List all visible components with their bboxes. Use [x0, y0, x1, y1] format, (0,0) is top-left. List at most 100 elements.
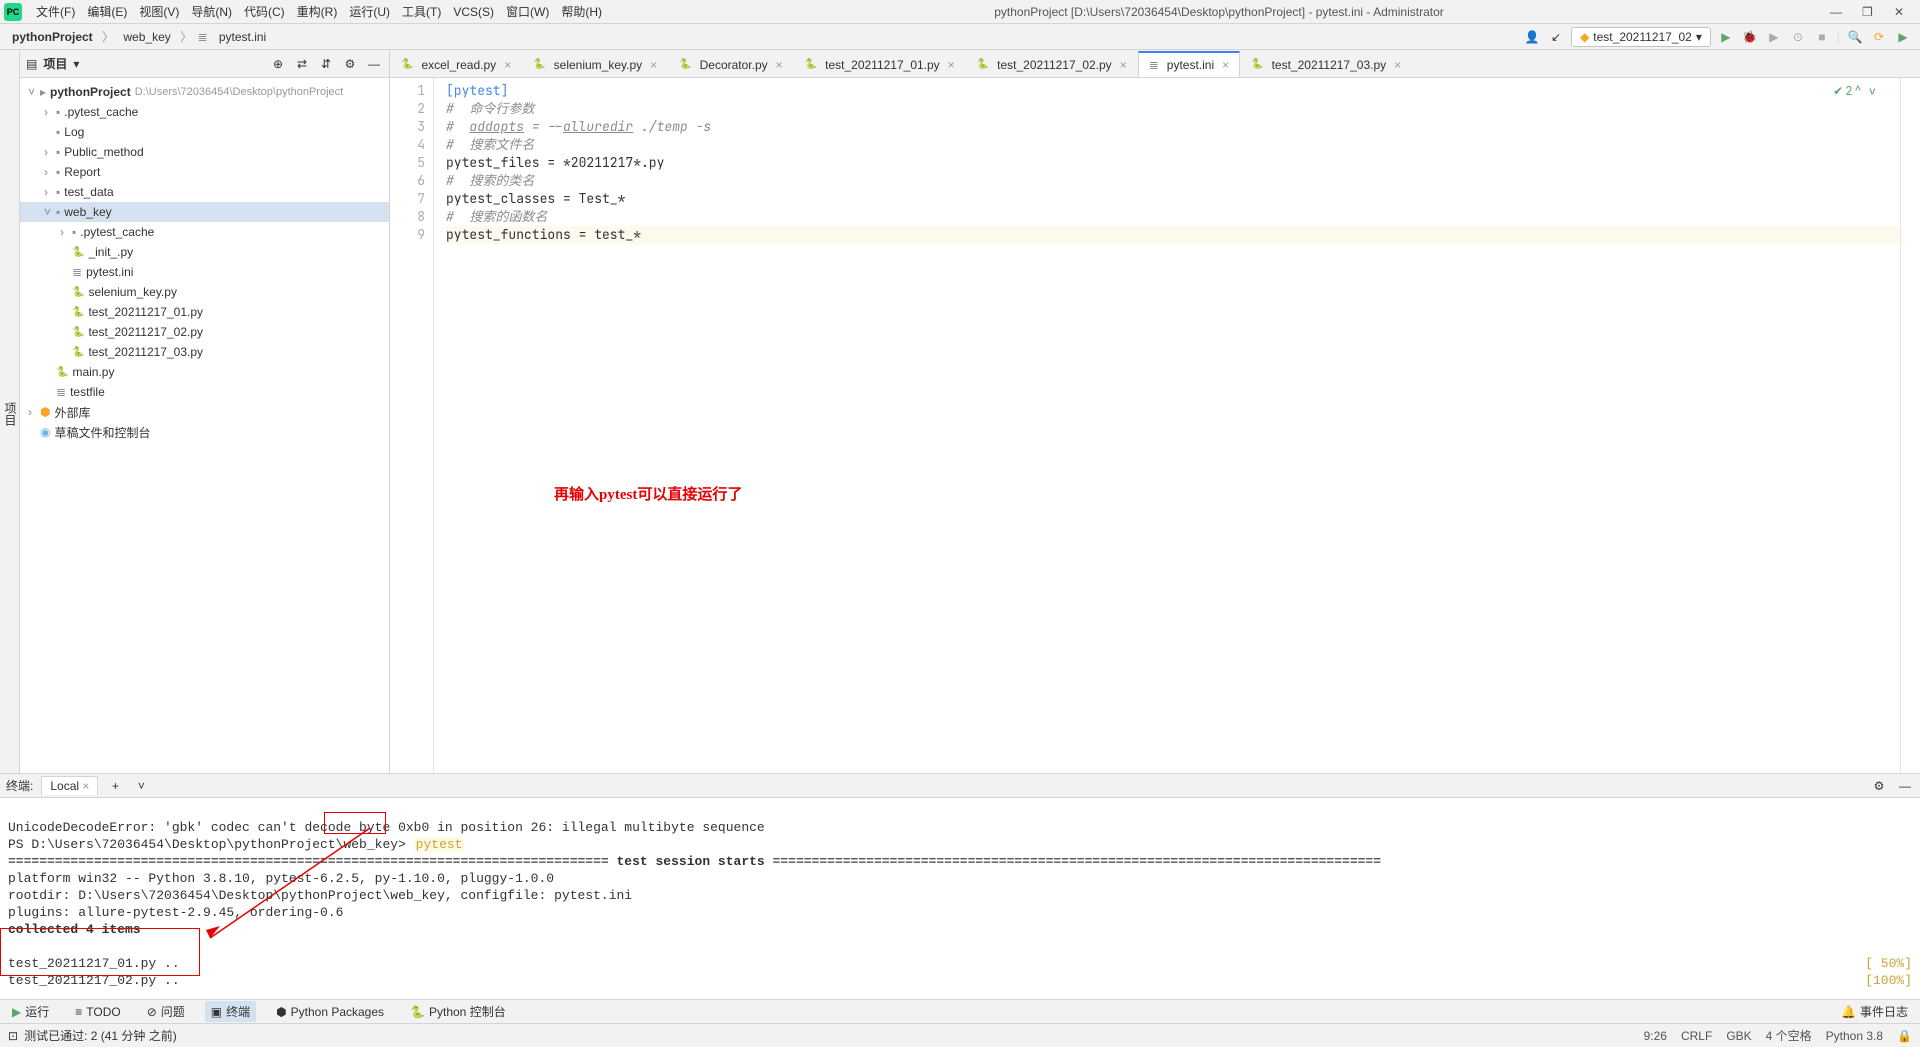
tw-packages[interactable]: ⬢Python Packages — [270, 1003, 390, 1021]
maximize-icon[interactable]: ❐ — [1862, 5, 1876, 19]
tab-t02[interactable]: 🐍test_20211217_02.py× — [966, 51, 1138, 77]
terminal-options-icon[interactable]: ˅ — [132, 777, 150, 795]
tree-scratch[interactable]: ◉草稿文件和控制台 — [20, 422, 389, 442]
run-icon[interactable]: ▶ — [1717, 28, 1735, 46]
profile-icon[interactable]: ⊙ — [1789, 28, 1807, 46]
menu-vcs[interactable]: VCS(S) — [447, 3, 500, 21]
status-position[interactable]: 9:26 — [1644, 1029, 1667, 1043]
terminal-label: 终端: — [6, 777, 33, 794]
tw-run[interactable]: ▶运行 — [6, 1001, 55, 1022]
tree-testdata[interactable]: ›▪test_data — [20, 182, 389, 202]
menu-nav[interactable]: 导航(N) — [185, 1, 238, 22]
bottom-toolbar: ▶运行 ≡TODO ⊘问题 ▣终端 ⬢Python Packages 🐍Pyth… — [0, 999, 1920, 1023]
menu-help[interactable]: 帮助(H) — [555, 1, 608, 22]
close-icon[interactable]: × — [1120, 58, 1127, 72]
menu-bar: PC 文件(F) 编辑(E) 视图(V) 导航(N) 代码(C) 重构(R) 运… — [0, 0, 1920, 24]
left-stripe[interactable]: 项目 — [0, 50, 20, 773]
project-tree[interactable]: ˅▸pythonProjectD:\Users\72036454\Desktop… — [20, 78, 389, 773]
breadcrumb-file[interactable]: pytest.ini — [215, 30, 270, 44]
tree-wk-cache[interactable]: ›▪.pytest_cache — [20, 222, 389, 242]
status-interpreter[interactable]: Python 3.8 — [1826, 1029, 1883, 1043]
breadcrumb-folder[interactable]: web_key — [119, 30, 174, 44]
gear-icon[interactable]: ⚙ — [1870, 777, 1888, 795]
tree-report[interactable]: ›▪Report — [20, 162, 389, 182]
tree-pytest-cache[interactable]: ›▪.pytest_cache — [20, 102, 389, 122]
status-tests: 测试已通过: 2 (41 分钟 之前) — [24, 1027, 177, 1044]
tree-selenium[interactable]: 🐍selenium_key.py — [20, 282, 389, 302]
debug-icon[interactable]: 🐞 — [1741, 28, 1759, 46]
menu-tools[interactable]: 工具(T) — [396, 1, 447, 22]
status-indent[interactable]: 4 个空格 — [1766, 1027, 1812, 1044]
hide-icon[interactable]: — — [365, 55, 383, 73]
project-view-icon[interactable]: ▤ — [26, 57, 37, 71]
close-icon[interactable]: × — [1394, 58, 1401, 72]
editor-tabs: 🐍excel_read.py× 🐍selenium_key.py× 🐍Decor… — [390, 50, 1920, 78]
sync-icon[interactable]: ⟳ — [1870, 28, 1888, 46]
close-icon[interactable]: ✕ — [1894, 5, 1908, 19]
tab-excel[interactable]: 🐍excel_read.py× — [390, 51, 522, 77]
gutter: 123456789 — [390, 78, 434, 773]
close-icon[interactable]: × — [776, 58, 783, 72]
tree-webkey[interactable]: ˅▪web_key — [20, 202, 389, 222]
status-square-icon[interactable]: ⊡ — [8, 1029, 18, 1043]
tree-main[interactable]: 🐍main.py — [20, 362, 389, 382]
collapse-icon[interactable]: ⇵ — [317, 55, 335, 73]
tw-console[interactable]: 🐍Python 控制台 — [404, 1001, 512, 1022]
add-config-icon[interactable]: ↙ — [1547, 28, 1565, 46]
tw-problems[interactable]: ⊘问题 — [141, 1001, 191, 1022]
annotation-text: 再输入pytest可以直接运行了 — [554, 486, 742, 504]
new-terminal-icon[interactable]: + — [106, 777, 124, 795]
breadcrumb-root[interactable]: pythonProject — [8, 30, 97, 44]
editor-scrollbar[interactable] — [1900, 78, 1920, 773]
gear-icon[interactable]: ⚙ — [341, 55, 359, 73]
stop-icon[interactable]: ■ — [1813, 28, 1831, 46]
minimize-icon[interactable]: — — [1830, 5, 1844, 19]
close-icon[interactable]: × — [650, 58, 657, 72]
tree-ini[interactable]: ≣pytest.ini — [20, 262, 389, 282]
run-config-selector[interactable]: ◆test_20211217_02▾ — [1571, 27, 1711, 47]
menu-file[interactable]: 文件(F) — [30, 1, 81, 22]
tree-log[interactable]: ▪Log — [20, 122, 389, 142]
menu-window[interactable]: 窗口(W) — [500, 1, 555, 22]
status-encoding[interactable]: GBK — [1726, 1029, 1751, 1043]
menu-view[interactable]: 视图(V) — [133, 1, 185, 22]
ide-update-icon[interactable]: ▶ — [1894, 28, 1912, 46]
close-icon[interactable]: × — [948, 58, 955, 72]
close-icon[interactable]: × — [1222, 58, 1229, 72]
coverage-icon[interactable]: ▶ — [1765, 28, 1783, 46]
tw-events[interactable]: 🔔事件日志 — [1835, 1001, 1914, 1022]
tree-t01[interactable]: 🐍test_20211217_01.py — [20, 302, 389, 322]
menu-code[interactable]: 代码(C) — [238, 1, 291, 22]
tab-decorator[interactable]: 🐍Decorator.py× — [668, 51, 794, 77]
lock-icon[interactable]: 🔒 — [1897, 1029, 1912, 1043]
close-icon[interactable]: × — [504, 58, 511, 72]
tab-ini[interactable]: ≣pytest.ini× — [1138, 51, 1240, 77]
tree-t03[interactable]: 🐍test_20211217_03.py — [20, 342, 389, 362]
menu-refactor[interactable]: 重构(R) — [291, 1, 344, 22]
terminal-tab-local[interactable]: Local × — [41, 776, 98, 795]
tree-t02[interactable]: 🐍test_20211217_02.py — [20, 322, 389, 342]
tab-selenium[interactable]: 🐍selenium_key.py× — [522, 51, 668, 77]
tree-init[interactable]: 🐍_init_.py — [20, 242, 389, 262]
menu-edit[interactable]: 编辑(E) — [81, 1, 133, 22]
project-tw-button[interactable]: 项目 — [2, 402, 19, 426]
user-icon[interactable]: 👤 — [1523, 28, 1541, 46]
hide-icon[interactable]: — — [1896, 777, 1914, 795]
tree-ext-lib[interactable]: ›⬢外部库 — [20, 402, 389, 422]
tab-t01[interactable]: 🐍test_20211217_01.py× — [794, 51, 966, 77]
inspection-indicator[interactable]: ✔ 2 ^ ∨ — [1833, 82, 1876, 100]
menu-run[interactable]: 运行(U) — [343, 1, 396, 22]
tree-public[interactable]: ›▪Public_method — [20, 142, 389, 162]
locate-icon[interactable]: ⊕ — [269, 55, 287, 73]
terminal-output[interactable]: UnicodeDecodeError: 'gbk' codec can't de… — [0, 798, 1920, 999]
search-icon[interactable]: 🔍 — [1846, 28, 1864, 46]
tree-testfile[interactable]: ≣testfile — [20, 382, 389, 402]
pycharm-icon: PC — [4, 3, 22, 21]
status-line-sep[interactable]: CRLF — [1681, 1029, 1712, 1043]
tw-todo[interactable]: ≡TODO — [69, 1003, 126, 1021]
tree-project-root[interactable]: ˅▸pythonProjectD:\Users\72036454\Desktop… — [20, 82, 389, 102]
code-editor[interactable]: 123456789 ✔ 2 ^ ∨ [pytest] # 命令行参数 # add… — [390, 78, 1920, 773]
expand-icon[interactable]: ⇄ — [293, 55, 311, 73]
tw-terminal[interactable]: ▣终端 — [205, 1001, 256, 1022]
tab-t03[interactable]: 🐍test_20211217_03.py× — [1240, 51, 1412, 77]
